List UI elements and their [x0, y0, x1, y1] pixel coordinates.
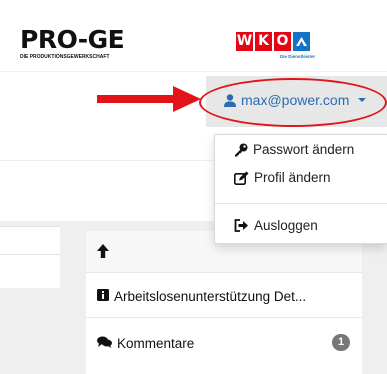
side-panel-row-details[interactable]: Arbeitslosenunterstützung Det... — [97, 289, 306, 304]
menu-item-label: Profil ändern — [254, 170, 331, 185]
page: PRO-GE DIE PRODUKTIONSGEWERKSCHAFT W K O… — [0, 0, 387, 374]
wko-letter-k: K — [255, 32, 272, 51]
side-panel-divider — [86, 317, 362, 318]
highlight-ellipse — [199, 78, 387, 127]
wko-letter-o: O — [274, 32, 291, 51]
side-panel-row-comments[interactable]: Kommentare — [97, 336, 194, 351]
left-card-divider — [0, 254, 60, 255]
proge-logo-tagline: DIE PRODUKTIONSGEWERKSCHAFT — [20, 54, 110, 60]
menu-item-change-password[interactable]: Passwort ändern — [234, 142, 354, 157]
sign-out-icon — [234, 219, 249, 232]
menu-item-label: Passwort ändern — [253, 142, 355, 157]
menu-item-logout[interactable]: Ausloggen — [234, 218, 318, 233]
wko-logo-letters: W K O — [236, 32, 336, 51]
wko-logo-tagline: Die Dienstleister — [280, 54, 316, 59]
arrow-up-icon[interactable] — [96, 243, 110, 264]
menu-divider — [215, 203, 387, 204]
left-card — [0, 226, 60, 288]
info-icon — [97, 289, 109, 304]
key-icon — [234, 143, 248, 157]
wko-letter-w: W — [236, 32, 253, 51]
red-arrow-icon — [97, 86, 201, 112]
proge-logo-word: PRO-GE — [20, 25, 125, 54]
proge-logo[interactable]: PRO-GE DIE PRODUKTIONSGEWERKSCHAFT — [20, 26, 150, 62]
comments-count-badge: 1 — [332, 334, 350, 351]
header-divider — [0, 71, 387, 72]
edit-icon — [234, 171, 249, 185]
wko-logo[interactable]: W K O Die Dienstleister — [236, 32, 336, 64]
comments-icon — [97, 336, 112, 351]
side-panel: Arbeitslosenunterstützung Det... Komment… — [86, 231, 362, 374]
user-dropdown-menu: Passwort ändern Profil ändern Ausloggen — [214, 134, 387, 244]
side-panel-row-label: Arbeitslosenunterstützung Det... — [114, 289, 307, 304]
wko-mark-icon — [293, 32, 310, 51]
side-panel-row-label: Kommentare — [117, 336, 195, 351]
menu-item-edit-profile[interactable]: Profil ändern — [234, 170, 331, 185]
menu-item-label: Ausloggen — [254, 218, 318, 233]
